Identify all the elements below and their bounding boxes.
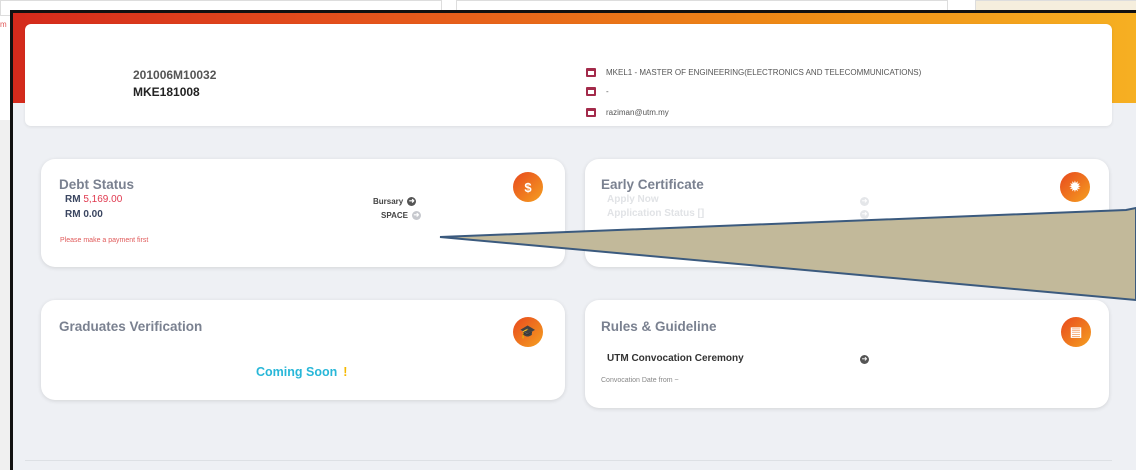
debt-status-card: Debt Status RM 5,169.00 RM 0.00 Bursary ➜…	[41, 159, 565, 267]
coming-soon-text: Coming Soon!	[256, 365, 348, 379]
arrow-right-icon[interactable]: ➜	[860, 355, 869, 364]
application-status-link[interactable]: Application Status []	[607, 208, 704, 219]
convocation-date-note: Convocation Date from ~	[601, 377, 679, 384]
document-icon: ▤	[1061, 317, 1091, 347]
card-title: Graduates Verification	[59, 319, 203, 334]
exclamation-icon: !	[343, 365, 348, 379]
student-id: 201006M10032	[133, 68, 217, 82]
convocation-ceremony-link[interactable]: UTM Convocation Ceremony	[607, 353, 744, 364]
portal-screen: 201006M10032 MKE181008 MKEL1 - MASTER OF…	[10, 10, 1136, 470]
program-row: MKEL1 - MASTER OF ENGINEERING(ELECTRONIC…	[586, 68, 921, 77]
background-edge-text: m	[0, 20, 7, 29]
card-title: Early Certificate	[601, 177, 704, 192]
debt-second-line: RM 0.00	[65, 209, 103, 220]
email-row: raziman@utm.my	[586, 108, 669, 117]
rules-guideline-card: Rules & Guideline UTM Convocation Ceremo…	[585, 300, 1109, 408]
payment-warning: Please make a payment first	[60, 237, 149, 244]
calendar-icon	[586, 108, 596, 117]
footer-divider	[25, 460, 1112, 461]
matric-number: MKE181008	[133, 85, 200, 99]
apply-now-link[interactable]: Apply Now	[607, 194, 659, 205]
debt-amount: 5,169.00	[83, 194, 123, 205]
space-link[interactable]: SPACE ➜	[381, 211, 421, 220]
calendar-icon	[586, 87, 596, 96]
card-title: Debt Status	[59, 177, 135, 192]
program-text: MKEL1 - MASTER OF ENGINEERING(ELECTRONIC…	[606, 68, 922, 77]
early-certificate-card: Early Certificate Apply Now Application …	[585, 159, 1109, 267]
arrow-right-icon: ➜	[411, 211, 421, 220]
money-hand-icon: $	[513, 172, 543, 202]
arrow-right-icon[interactable]: ➜	[860, 197, 869, 206]
date-row: -	[586, 87, 609, 96]
arrow-right-icon[interactable]: ➜	[860, 210, 869, 219]
arrow-right-icon: ➜	[407, 197, 417, 206]
card-title: Rules & Guideline	[601, 319, 717, 334]
certificate-seal-icon: ✹	[1060, 172, 1090, 202]
graduation-cap-icon: 🎓	[513, 317, 543, 347]
date-text: -	[606, 87, 609, 96]
bursary-link[interactable]: Bursary ➜	[373, 197, 417, 206]
student-profile-card: 201006M10032 MKE181008 MKEL1 - MASTER OF…	[25, 24, 1112, 126]
graduates-verification-card: Graduates Verification Coming Soon! 🎓	[41, 300, 565, 400]
debt-amount-line: RM 5,169.00	[65, 194, 123, 205]
email-text: raziman@utm.my	[606, 108, 669, 117]
id-card-icon	[586, 68, 596, 77]
